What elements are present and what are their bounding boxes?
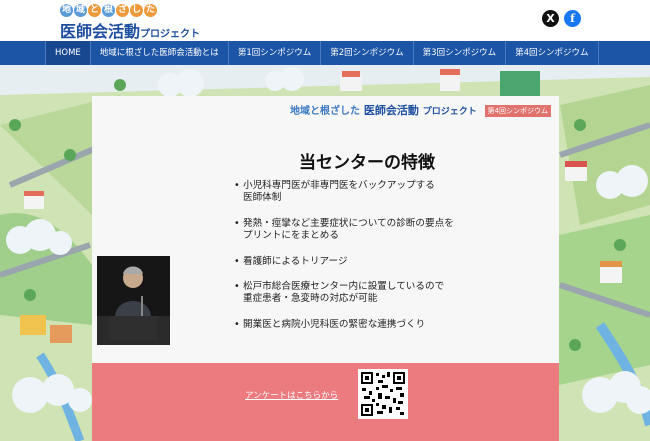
bullet-text: 開業医と病院小児科医の緊密な連携づくり (243, 318, 426, 330)
slide-bullet-list: 小児科専門医が非専門医をバックアップする医師体制 発熱・痙攣など主要症状について… (234, 180, 534, 344)
slide-title: 当センターの特徴 (299, 153, 435, 173)
x-icon[interactable]: X (542, 10, 559, 27)
slide-logo-tagline: 地域と根ざした (290, 106, 360, 117)
qr-code-image (360, 371, 406, 417)
logo-title-suffix: プロジェクト (140, 29, 201, 40)
list-item: 松戸市総合医療センター内に設置しているので重症患者・急変時の対応が可能 (234, 281, 534, 306)
logo-char: 根 (102, 4, 115, 17)
logo-char: し (130, 4, 143, 17)
nav-item-symposium-3[interactable]: 第3回シンポジウム (414, 41, 507, 65)
bullet-text: 重症患者・急変時の対応が可能 (243, 293, 378, 305)
list-item: 看護師によるトリアージ (234, 255, 534, 269)
bullet-text: 発熱・痙攣など主要症状についての診断の要点を (243, 217, 454, 229)
survey-link[interactable]: アンケートはこちらから (245, 389, 338, 401)
logo-char: と (88, 4, 101, 17)
logo-char: た (144, 4, 157, 17)
list-item: 開業医と病院小児科医の緊密な連携づくり (234, 318, 534, 332)
nav-item-about[interactable]: 地域に根ざした医師会活動とは (91, 41, 229, 65)
bullet-text: 小児科専門医が非専門医をバックアップする (243, 180, 435, 191)
main-nav: HOME 地域に根ざした医師会活動とは 第1回シンポジウム 第2回シンポジウム … (0, 41, 650, 65)
facebook-icon[interactable]: f (564, 10, 581, 27)
nav-item-symposium-4[interactable]: 第4回シンポジウム (506, 41, 599, 65)
slide-logo-title: 医師会活動 (363, 104, 419, 117)
list-item: 小児科専門医が非専門医をバックアップする医師体制 (234, 180, 534, 205)
speaker-image (97, 256, 170, 345)
site-header: 地域と根ざした 医師会活動プロジェクト X f (0, 0, 650, 41)
bullet-text: 看護師によるトリアージ (243, 255, 348, 267)
survey-qr-code[interactable] (358, 369, 408, 419)
logo-char: 域 (74, 4, 87, 17)
bullet-text: プリントにをまとめる (243, 230, 339, 242)
slide-badge: 第4回シンポジウム (484, 105, 552, 117)
logo-char: 地 (60, 4, 73, 17)
bullet-text: 松戸市総合医療センター内に設置しているので (243, 281, 445, 293)
list-item: 発熱・痙攣など主要症状についての診断の要点をプリントにをまとめる (234, 218, 534, 243)
logo-char: ざ (116, 4, 129, 17)
nav-item-symposium-2[interactable]: 第2回シンポジウム (321, 41, 414, 65)
site-logo[interactable]: 地域と根ざした 医師会活動プロジェクト (60, 4, 210, 41)
logo-title-main: 医師会活動 (60, 22, 141, 41)
nav-item-symposium-1[interactable]: 第1回シンポジウム (229, 41, 322, 65)
slide-logo: 地域と根ざした 医師会活動 プロジェクト 第4回シンポジウム (290, 102, 552, 118)
slide-logo-suffix: プロジェクト (422, 107, 477, 117)
bullet-text: 医師体制 (243, 192, 282, 204)
speaker-video[interactable] (97, 256, 170, 345)
logo-tagline: 地域と根ざした (60, 4, 158, 17)
logo-title: 医師会活動プロジェクト (60, 18, 200, 42)
survey-band: アンケートはこちらから (92, 363, 559, 441)
nav-item-home[interactable]: HOME (45, 41, 91, 65)
